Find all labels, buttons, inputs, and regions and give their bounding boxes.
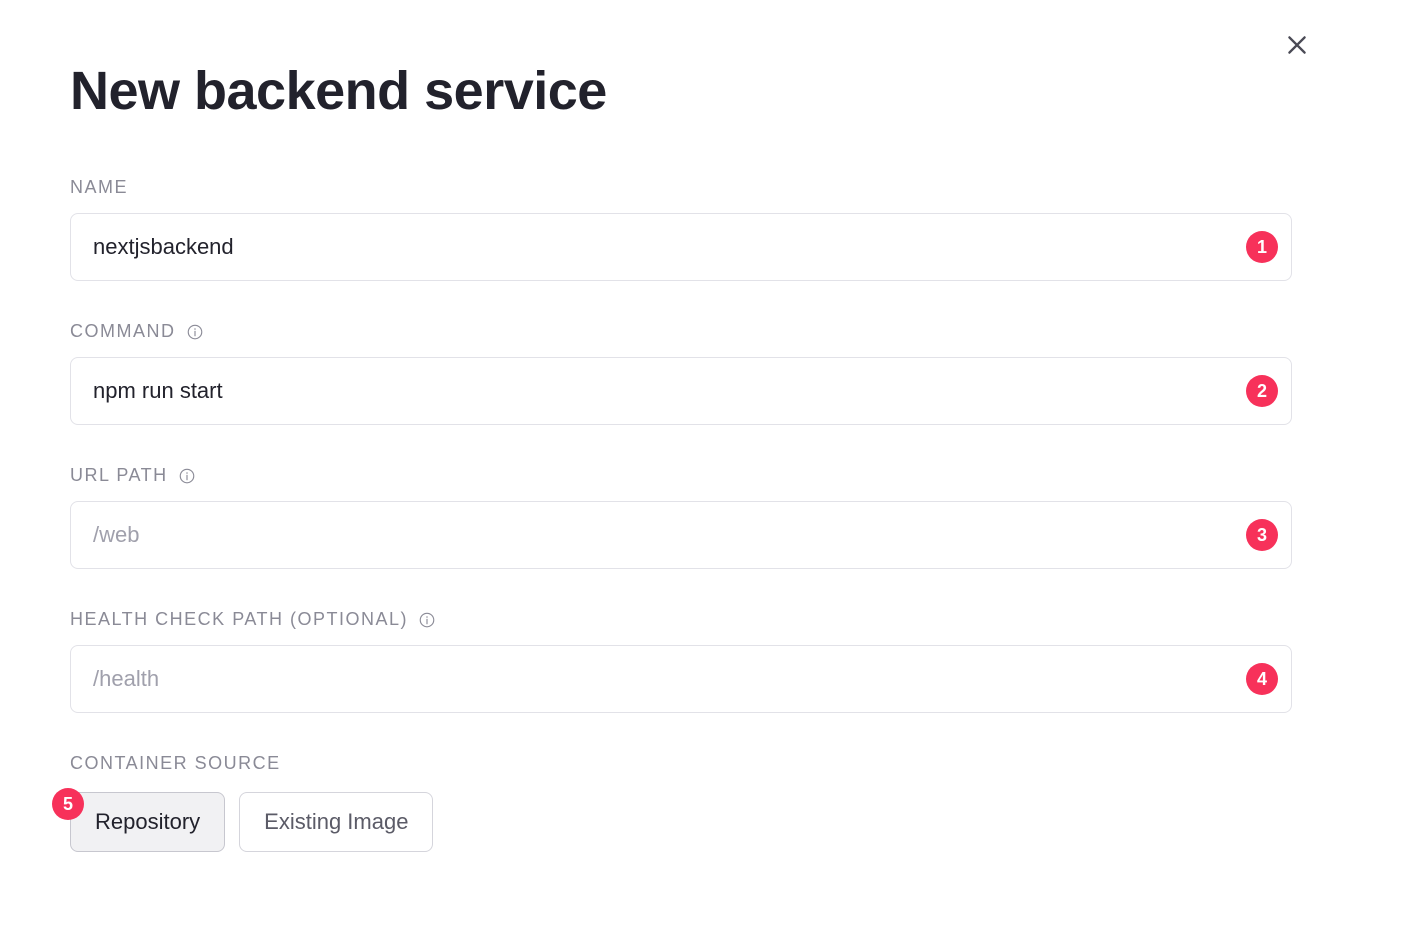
command-input[interactable] (70, 357, 1292, 425)
command-label-text: COMMAND (70, 321, 176, 342)
page-title: New backend service (70, 60, 1292, 122)
health-check-label-text: HEALTH CHECK PATH (OPTIONAL) (70, 609, 408, 630)
info-icon[interactable] (186, 323, 204, 341)
health-check-input[interactable] (70, 645, 1292, 713)
name-label: NAME (70, 177, 1292, 198)
container-source-toggle: 5 Repository Existing Image (70, 792, 1292, 852)
name-input-wrapper: 1 (70, 213, 1292, 281)
new-backend-service-form: New backend service NAME 1 COMMAND 2 (0, 0, 1422, 852)
url-path-label-text: URL PATH (70, 465, 168, 486)
close-button[interactable] (1282, 30, 1312, 60)
container-source-label-text: CONTAINER SOURCE (70, 753, 281, 774)
annotation-badge-4: 4 (1246, 663, 1278, 695)
annotation-badge-1: 1 (1246, 231, 1278, 263)
info-icon[interactable] (418, 611, 436, 629)
name-input[interactable] (70, 213, 1292, 281)
close-icon (1284, 32, 1310, 58)
url-path-group: URL PATH 3 (70, 465, 1292, 569)
health-check-label: HEALTH CHECK PATH (OPTIONAL) (70, 609, 1292, 630)
command-label: COMMAND (70, 321, 1292, 342)
command-input-wrapper: 2 (70, 357, 1292, 425)
url-path-input-wrapper: 3 (70, 501, 1292, 569)
name-group: NAME 1 (70, 177, 1292, 281)
health-check-group: HEALTH CHECK PATH (OPTIONAL) 4 (70, 609, 1292, 713)
url-path-label: URL PATH (70, 465, 1292, 486)
annotation-badge-2: 2 (1246, 375, 1278, 407)
container-source-label: CONTAINER SOURCE (70, 753, 1292, 774)
annotation-badge-3: 3 (1246, 519, 1278, 551)
container-source-group: CONTAINER SOURCE 5 Repository Existing I… (70, 753, 1292, 852)
url-path-input[interactable] (70, 501, 1292, 569)
info-icon[interactable] (178, 467, 196, 485)
existing-image-toggle[interactable]: Existing Image (239, 792, 433, 852)
annotation-badge-5: 5 (52, 788, 84, 820)
repository-toggle[interactable]: Repository (70, 792, 225, 852)
name-label-text: NAME (70, 177, 128, 198)
health-check-input-wrapper: 4 (70, 645, 1292, 713)
command-group: COMMAND 2 (70, 321, 1292, 425)
